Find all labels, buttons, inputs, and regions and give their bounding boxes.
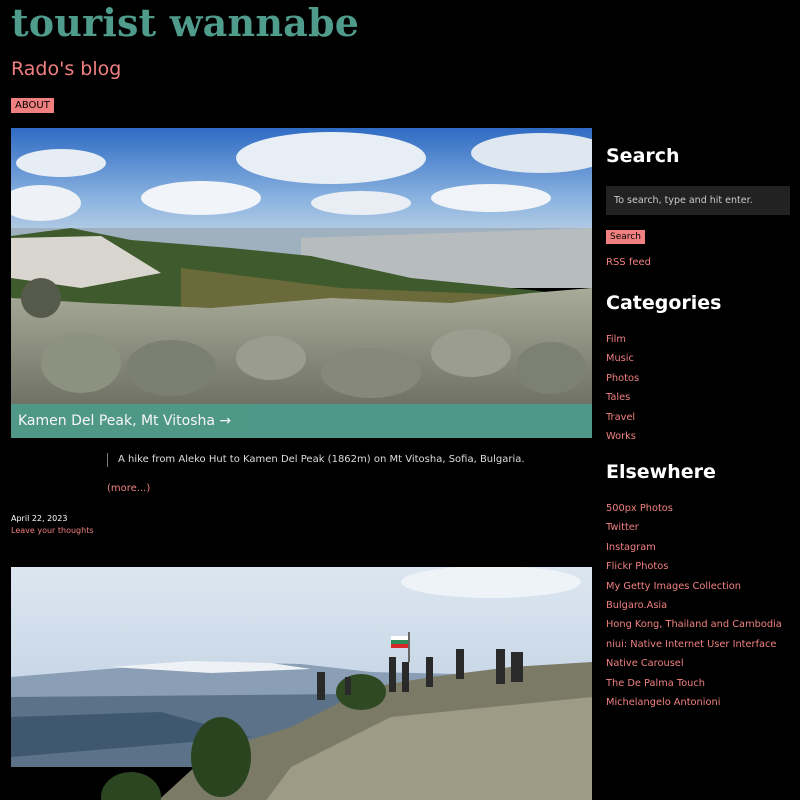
elsewhere-link[interactable]: Flickr Photos (606, 561, 782, 580)
category-link[interactable]: Tales (606, 392, 639, 411)
post-title-bar: Kamen Del Peak, Mt Vitosha → (11, 404, 592, 438)
rss-feed-link[interactable]: RSS feed (606, 257, 651, 268)
categories-widget-title: Categories (606, 292, 722, 314)
category-link[interactable]: Works (606, 431, 639, 450)
post-excerpt: A hike from Aleko Hut to Kamen Del Peak … (107, 453, 577, 467)
elsewhere-link[interactable]: Michelangelo Antonioni (606, 697, 782, 716)
categories-list: Film Music Photos Tales Travel Works (606, 334, 639, 450)
site-title[interactable]: tourist wannabe (11, 0, 359, 45)
elsewhere-link[interactable]: Instagram (606, 542, 782, 561)
elsewhere-widget-title: Elsewhere (606, 461, 716, 483)
category-link[interactable]: Photos (606, 373, 639, 392)
elsewhere-link[interactable]: Native Carousel (606, 658, 782, 677)
post-kamen-del: Kamen Del Peak, Mt Vitosha → A hike from… (11, 128, 592, 535)
elsewhere-link[interactable]: My Getty Images Collection (606, 581, 782, 600)
read-more-link[interactable]: (more...) (107, 483, 150, 494)
search-widget-title: Search (606, 145, 680, 167)
post-featured-image[interactable] (11, 567, 592, 800)
site-subtitle: Rado's blog (11, 58, 122, 80)
mountain-landscape-photo (11, 128, 592, 438)
elsewhere-link[interactable]: 500px Photos (606, 503, 782, 522)
category-link[interactable]: Film (606, 334, 639, 353)
category-link[interactable]: Travel (606, 412, 639, 431)
post-second (11, 567, 592, 800)
elsewhere-link[interactable]: The De Palma Touch (606, 678, 782, 697)
nav-about-link[interactable]: ABOUT (11, 98, 54, 113)
search-input[interactable] (606, 186, 790, 215)
elsewhere-list: 500px Photos Twitter Instagram Flickr Ph… (606, 503, 782, 716)
post-title-link[interactable]: Kamen Del Peak, Mt Vitosha → (11, 404, 592, 438)
post-featured-image[interactable]: Kamen Del Peak, Mt Vitosha → (11, 128, 592, 438)
hikers-summit-photo (11, 567, 592, 800)
search-button[interactable]: Search (606, 230, 645, 244)
category-link[interactable]: Music (606, 353, 639, 372)
elsewhere-link[interactable]: Hong Kong, Thailand and Cambodia (606, 619, 782, 638)
leave-comment-link[interactable]: Leave your thoughts (11, 526, 94, 535)
elsewhere-link[interactable]: Bulgaro.Asia (606, 600, 782, 619)
elsewhere-link[interactable]: niui: Native Internet User Interface (606, 639, 782, 658)
elsewhere-link[interactable]: Twitter (606, 522, 782, 541)
post-date: April 22, 2023 (11, 514, 68, 523)
